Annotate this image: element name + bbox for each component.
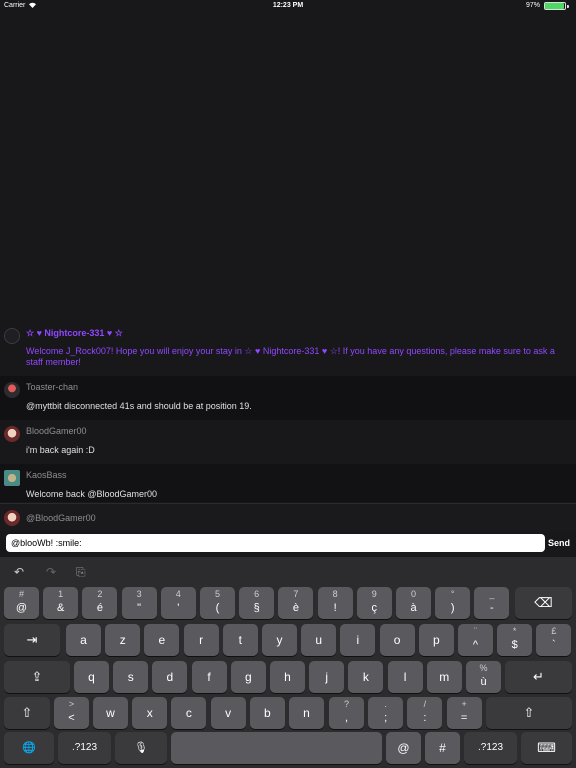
key-`[interactable]: £ ` [536, 624, 572, 656]
message-author[interactable]: ☆ ♥ Nightcore-331 ♥ ☆ [26, 328, 123, 339]
battery-percent: 97% [525, 2, 540, 9]
key-&[interactable]: 1 & [43, 587, 79, 619]
avatar [4, 510, 20, 526]
shift-key-left[interactable]: ⇧ [4, 697, 50, 729]
key-at[interactable]: @ [386, 732, 421, 764]
key-§[interactable]: 6 § [239, 587, 275, 619]
key-([interactable]: 5( [200, 587, 235, 619]
shift-key-right[interactable]: ⇧ [486, 697, 572, 729]
key-hash[interactable]: # [425, 732, 460, 764]
key-m[interactable]: m [426, 661, 462, 693]
app-screen: Carrier 12:23 PM 97% ☆ ♥ Nightcore-331 ♥… [0, 0, 576, 768]
space-key[interactable] [171, 732, 382, 764]
key-e[interactable]: e [144, 624, 180, 656]
clock: 12:23 PM [272, 2, 304, 9]
key-f[interactable]: f [191, 661, 227, 693]
mention-suggestion[interactable]: @BloodGamer00 [0, 503, 576, 531]
send-button[interactable]: Send [548, 538, 570, 548]
key-a[interactable]: a [66, 624, 101, 656]
key-ù[interactable]: % ù [466, 661, 501, 693]
globe-key[interactable]: 🌐 [4, 732, 54, 764]
key-d[interactable]: d [152, 661, 188, 693]
dismiss-keyboard-key[interactable]: ⌨ [521, 732, 572, 764]
message-author[interactable]: Toaster-chan [26, 382, 78, 392]
return-key[interactable]: ↵ [505, 661, 572, 693]
message-text: Welcome J_Rock007! Hope you will enjoy y… [26, 346, 555, 367]
battery-icon [544, 2, 570, 10]
key-à[interactable]: 0à [396, 587, 431, 619]
mention-suggestion-label: @BloodGamer00 [26, 513, 96, 523]
key-u[interactable]: u [301, 624, 337, 656]
message-text: @myttbit disconnected 41s and should be … [26, 401, 252, 411]
key-q[interactable]: q [74, 661, 109, 693]
key-y[interactable]: y [262, 624, 297, 656]
key-)[interactable]: °) [435, 587, 471, 619]
avatar[interactable] [4, 328, 20, 344]
key-s[interactable]: s [113, 661, 149, 693]
key-i[interactable]: i [340, 624, 376, 656]
keyboard: ↶ ↷ ⎘ # @1 & 2 é 3 " 4 ' 5(6 § 7 è 8! 9 ç 0 à °) _ - ⌫ ⇥ a z e r t y… [0, 557, 576, 768]
key-h[interactable]: h [270, 661, 305, 693]
key-j[interactable]: j [309, 661, 345, 693]
chat-message: Toaster-chan @myttbit disconnected 41s a… [0, 376, 576, 420]
key-l[interactable]: l [387, 661, 423, 693]
key-k[interactable]: k [348, 661, 384, 693]
key-c[interactable]: c [171, 697, 207, 729]
status-bar: Carrier 12:23 PM 97% [0, 0, 576, 12]
key-![interactable]: 8! [317, 587, 353, 619]
key-x[interactable]: x [132, 697, 168, 729]
key-@[interactable]: # @ [4, 587, 39, 619]
delete-key[interactable]: ⌫ [515, 587, 572, 619]
key-p[interactable]: p [418, 624, 454, 656]
key-t[interactable]: t [222, 624, 258, 656]
avatar[interactable] [4, 382, 20, 398]
key-n[interactable]: n [289, 697, 324, 729]
key-é[interactable]: 2é [82, 587, 118, 619]
message-author[interactable]: KaosBass [26, 470, 67, 480]
tab-key[interactable]: ⇥ [4, 624, 60, 656]
key-b[interactable]: b [249, 697, 285, 729]
keyboard-shortcut-bar: ↶ ↷ ⎘ [0, 557, 576, 585]
key-,[interactable]: ?, [329, 697, 364, 729]
key-z[interactable]: z [105, 624, 141, 656]
redo-icon[interactable]: ↷ [46, 565, 56, 579]
key-è[interactable]: 7è [278, 587, 314, 619]
avatar[interactable] [4, 426, 20, 442]
chat-message: KaosBass Welcome back @BloodGamer00 [0, 464, 576, 502]
key-^[interactable]: ¨ ^ [458, 624, 493, 656]
key-v[interactable]: v [210, 697, 246, 729]
paste-icon[interactable]: ⎘ [76, 565, 86, 580]
avatar[interactable] [4, 470, 20, 486]
capslock-key[interactable]: ⇪ [4, 661, 70, 693]
dictation-key[interactable]: 🎙 [115, 732, 167, 764]
key-;[interactable]: .; [368, 697, 404, 729]
message-composer: Send [0, 531, 576, 557]
chat-list[interactable]: ☆ ♥ Nightcore-331 ♥ ☆ Welcome J_Rock007!… [0, 322, 576, 502]
key-$[interactable]: * $ [497, 624, 533, 656]
chat-message: BloodGamer00 i'm back again :D [0, 420, 576, 464]
key--[interactable]: _ - [474, 587, 510, 619]
key-r[interactable]: r [183, 624, 219, 656]
key-ç[interactable]: 9ç [356, 587, 392, 619]
key-w[interactable]: w [93, 697, 128, 729]
message-input[interactable] [6, 534, 545, 552]
key-'[interactable]: 4 ' [160, 587, 196, 619]
message-author[interactable]: BloodGamer00 [26, 426, 87, 436]
key-:[interactable]: /: [407, 697, 443, 729]
key-g[interactable]: g [230, 661, 266, 693]
numbers-key-right[interactable]: .?123 [464, 732, 517, 764]
chat-message: ☆ ♥ Nightcore-331 ♥ ☆ Welcome J_Rock007!… [0, 322, 576, 376]
key-=[interactable]: + = [446, 697, 482, 729]
numbers-key[interactable]: .?123 [58, 732, 111, 764]
message-text: i'm back again :D [26, 445, 95, 455]
undo-icon[interactable]: ↶ [14, 565, 24, 579]
message-text: Welcome back @BloodGamer00 [26, 489, 158, 499]
key-"[interactable]: 3 " [121, 587, 157, 619]
key-o[interactable]: o [379, 624, 415, 656]
key-<[interactable]: > < [54, 697, 89, 729]
